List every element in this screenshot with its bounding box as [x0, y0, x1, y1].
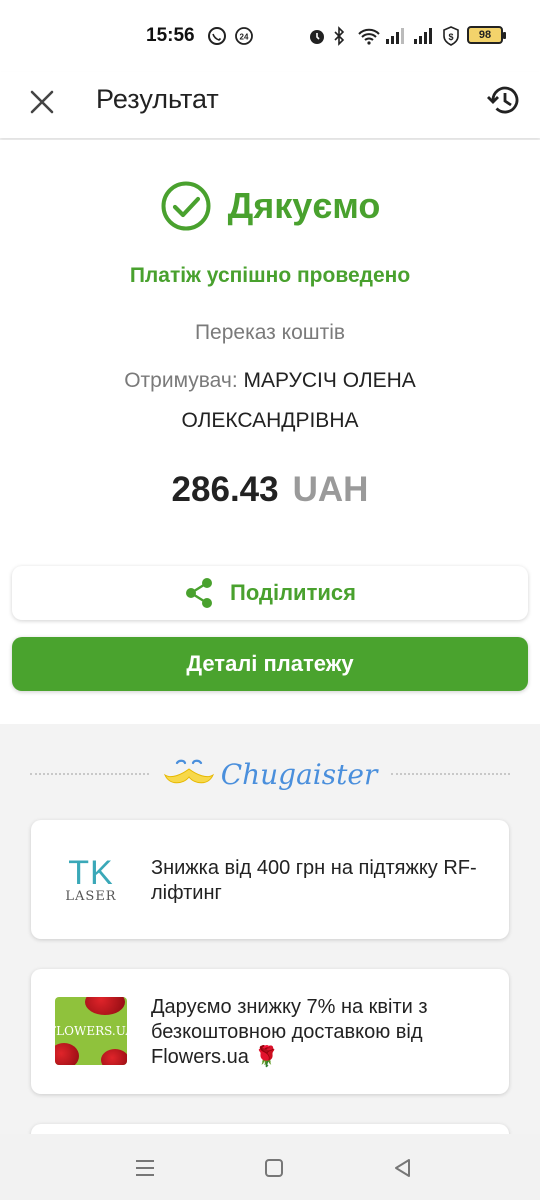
status-time: 15:56: [146, 25, 195, 46]
thanks-heading: Дякуємо: [227, 185, 381, 226]
offer-text: Даруємо знижку 7% на квіти з безкоштовно…: [151, 996, 428, 1068]
recipient: Отримувач: МАРУСІЧ ОЛЕНА ОЛЕКСАНДРІВНА: [70, 361, 470, 441]
alarm-icon: [306, 26, 328, 46]
wifi-icon: [356, 26, 382, 46]
history-icon: [487, 86, 519, 114]
rose-icon: [55, 1043, 79, 1065]
offer-card[interactable]: TK LASER Знижка від 400 грн на підтяжку …: [31, 820, 509, 939]
share-button[interactable]: Поділитися: [12, 566, 528, 620]
bluetooth-icon: [330, 26, 348, 46]
share-label: Поділитися: [230, 580, 356, 605]
transfer-type: Переказ коштів: [194, 321, 346, 344]
offer-logo-subtext: LASER: [65, 888, 117, 904]
amount-currency: UAH: [292, 470, 369, 509]
security-shield-icon: $: [440, 26, 462, 46]
divider: [30, 773, 149, 775]
app-bar: Результат: [0, 72, 540, 138]
svg-text:24: 24: [240, 33, 249, 42]
chugaister-brand: Chugaister: [220, 757, 378, 791]
signal-icon: [384, 26, 406, 46]
signal-icon-2: [412, 26, 434, 46]
payment-result: Дякуємо Платіж успішно проведено Переказ…: [0, 140, 540, 724]
payment-details-label: Деталі платежу: [186, 651, 354, 676]
home-button[interactable]: [256, 1150, 292, 1186]
battery-icon: 98: [467, 26, 506, 44]
payment-status: Платіж успішно проведено: [129, 264, 411, 287]
amount-value: 286.43: [171, 470, 279, 509]
rose-icon: [85, 997, 125, 1015]
recipient-label: Отримувач:: [124, 369, 238, 392]
offer-logo-text: TK: [68, 853, 114, 892]
back-triangle-icon: [395, 1159, 410, 1177]
mustache-icon: [163, 759, 214, 784]
tk-laser-logo: TK LASER: [55, 846, 127, 914]
chugaister-header: Chugaister: [30, 744, 511, 804]
notification-24-icon: 24: [233, 26, 255, 46]
close-icon: [30, 90, 54, 114]
viber-icon: [206, 26, 228, 46]
page-title: Результат: [96, 84, 219, 114]
offer-text: Знижка від 400 грн на підтяжку RF-ліфтин…: [151, 857, 477, 904]
offer-logo-text: FLOWERS.UA: [55, 1024, 127, 1038]
amount: 286.43 UAH: [0, 470, 540, 510]
home-square-icon: [265, 1159, 283, 1177]
menu-icon: [136, 1160, 154, 1176]
back-button[interactable]: [385, 1150, 421, 1186]
recent-apps-button[interactable]: [127, 1150, 163, 1186]
check-circle-icon: [161, 181, 211, 231]
thanks-row: Дякуємо: [0, 180, 540, 232]
history-button[interactable]: [484, 80, 524, 120]
share-icon: [186, 578, 213, 608]
status-bar: 15:56 24 $ 98: [0, 0, 540, 72]
close-button[interactable]: [24, 84, 60, 120]
svg-text:$: $: [448, 32, 453, 42]
system-nav-bar: [0, 1134, 540, 1200]
payment-details-button[interactable]: Деталі платежу: [12, 637, 528, 691]
flowers-ua-logo: FLOWERS.UA: [55, 997, 127, 1065]
rose-icon: [101, 1049, 127, 1065]
offer-card[interactable]: FLOWERS.UA Даруємо знижку 7% на квіти з …: [31, 969, 509, 1094]
divider: [391, 773, 511, 775]
